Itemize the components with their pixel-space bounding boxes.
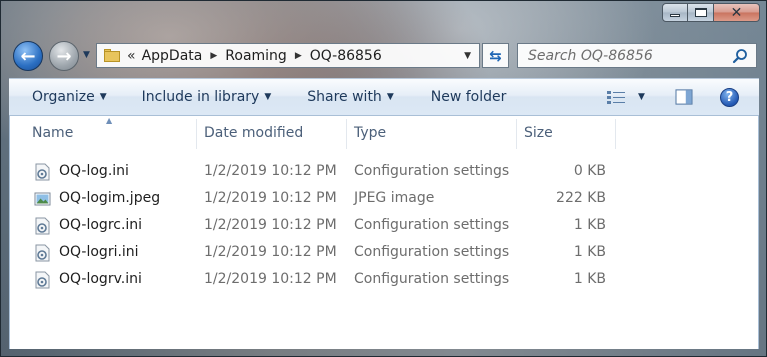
back-arrow-icon: ← (20, 45, 36, 67)
file-size: 0 KB (573, 163, 606, 179)
caption-buttons: ✕ (662, 3, 760, 22)
chevron-down-icon: ▼ (264, 92, 272, 102)
file-date: 1/2/2019 10:12 PM (204, 163, 337, 179)
file-type: Configuration settings (354, 244, 510, 260)
column-divider[interactable] (516, 119, 517, 149)
image-file-icon (34, 192, 51, 206)
new-folder-button[interactable]: New folder (431, 79, 507, 115)
file-name: OQ-log.ini (59, 163, 129, 179)
file-name: OQ-logri.ini (59, 244, 139, 260)
file-row[interactable]: OQ-logim.jpeg 1/2/2019 10:12 PM JPEG ima… (10, 186, 750, 212)
config-file-icon (35, 163, 50, 181)
file-date: 1/2/2019 10:12 PM (204, 217, 337, 233)
file-date: 1/2/2019 10:12 PM (204, 271, 337, 287)
minimize-icon (670, 14, 680, 17)
share-with-label: Share with (307, 89, 382, 105)
view-options-dropdown[interactable]: ▼ (638, 92, 645, 102)
new-folder-label: New folder (430, 89, 507, 105)
close-icon: ✕ (730, 4, 743, 21)
column-header-name[interactable]: Name (32, 116, 73, 149)
breadcrumb-overflow[interactable]: « (127, 48, 136, 64)
column-header-size[interactable]: Size (524, 116, 553, 149)
back-button[interactable]: ← (13, 41, 43, 71)
breadcrumb-chevron-icon[interactable]: ▶ (210, 51, 217, 61)
organize-menu[interactable]: Organize ▼ (32, 79, 107, 115)
file-size: 1 KB (573, 271, 606, 287)
file-name: OQ-logrv.ini (59, 271, 142, 287)
config-file-icon (35, 244, 50, 262)
column-header-type[interactable]: Type (354, 116, 386, 149)
refresh-icon: ⇆ (489, 46, 502, 65)
config-file-icon (35, 271, 50, 289)
file-type: JPEG image (354, 190, 435, 206)
minimize-button[interactable] (662, 3, 688, 22)
search-icon[interactable] (732, 48, 748, 64)
help-icon[interactable]: ? (720, 88, 739, 107)
chevron-down-icon: ▼ (99, 92, 107, 102)
chevron-down-icon: ▼ (386, 92, 394, 102)
file-row[interactable]: OQ-logrc.ini 1/2/2019 10:12 PM Configura… (10, 213, 750, 239)
folder-icon (104, 49, 120, 62)
organize-label: Organize (32, 89, 95, 105)
file-type: Configuration settings (354, 271, 510, 287)
file-type: Configuration settings (354, 163, 510, 179)
maximize-icon (694, 8, 707, 17)
forward-button[interactable]: → (49, 41, 79, 71)
explorer-window: ✕ ← → ▼ « AppData ▶ Roaming ▶ OQ-86856 ▼… (0, 0, 767, 357)
recent-pages-dropdown[interactable]: ▼ (83, 50, 90, 60)
column-divider[interactable] (196, 119, 197, 149)
file-date: 1/2/2019 10:12 PM (204, 244, 337, 260)
file-name: OQ-logrc.ini (59, 217, 143, 233)
address-history-dropdown[interactable]: ▼ (464, 51, 471, 61)
file-list: Name ▲ Date modified Type Size OQ-log.in… (9, 116, 759, 349)
file-name: OQ-logim.jpeg (59, 190, 161, 206)
config-file-icon (35, 217, 50, 235)
include-in-library-label: Include in library (141, 89, 260, 105)
address-bar[interactable]: « AppData ▶ Roaming ▶ OQ-86856 ▼ (96, 43, 480, 68)
maximize-button[interactable] (688, 3, 714, 22)
share-with-menu[interactable]: Share with ▼ (307, 79, 393, 115)
forward-arrow-icon: → (56, 45, 72, 67)
file-size: 222 KB (556, 190, 606, 206)
file-row[interactable]: OQ-logri.ini 1/2/2019 10:12 PM Configura… (10, 240, 750, 266)
breadcrumb-current-folder[interactable]: OQ-86856 (310, 48, 382, 64)
breadcrumb-appdata[interactable]: AppData (142, 48, 203, 64)
change-view-icon[interactable] (606, 89, 626, 105)
column-divider[interactable] (615, 119, 616, 149)
file-type: Configuration settings (354, 217, 510, 233)
file-row[interactable]: OQ-log.ini 1/2/2019 10:12 PM Configurati… (10, 159, 750, 185)
refresh-button[interactable]: ⇆ (482, 43, 509, 68)
breadcrumb-roaming[interactable]: Roaming (225, 48, 287, 64)
file-size: 1 KB (573, 217, 606, 233)
file-date: 1/2/2019 10:12 PM (204, 190, 337, 206)
breadcrumb-chevron-icon[interactable]: ▶ (295, 51, 302, 61)
preview-pane-icon[interactable] (674, 89, 694, 105)
search-input[interactable] (526, 46, 730, 65)
column-header-date-modified[interactable]: Date modified (204, 116, 303, 149)
sort-ascending-icon: ▲ (106, 116, 113, 125)
column-divider[interactable] (346, 119, 347, 149)
close-button[interactable]: ✕ (714, 3, 760, 22)
include-in-library-menu[interactable]: Include in library ▼ (142, 79, 272, 115)
search-box[interactable] (517, 43, 757, 68)
file-row[interactable]: OQ-logrv.ini 1/2/2019 10:12 PM Configura… (10, 267, 750, 293)
command-bar: Organize ▼ Include in library ▼ Share wi… (9, 78, 759, 116)
file-size: 1 KB (573, 244, 606, 260)
